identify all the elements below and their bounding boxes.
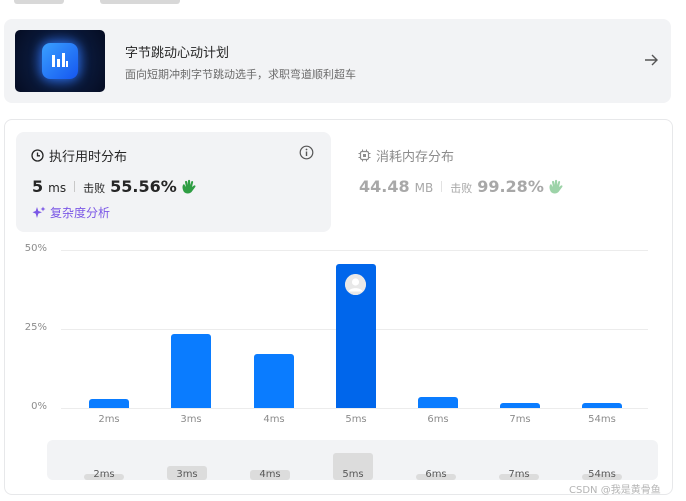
- memory-value: 44.48: [359, 177, 410, 196]
- x-tick-label: 3ms: [180, 414, 202, 425]
- bar-54ms[interactable]: [582, 403, 622, 408]
- y-tick-label: 0%: [31, 401, 47, 412]
- x-tick-label: 4ms: [263, 414, 285, 425]
- x-tick-label: 2ms: [98, 414, 120, 425]
- bar-4ms[interactable]: [254, 354, 294, 408]
- arrow-right-icon[interactable]: [642, 51, 660, 69]
- runtime-beat-label: 击败: [83, 182, 106, 195]
- x-tick-label: 54ms: [588, 414, 616, 425]
- memory-unit: MB: [414, 181, 434, 195]
- navigator-label: 54ms: [588, 469, 616, 480]
- memory-beat-label: 击败: [450, 182, 473, 195]
- navigator-label: 6ms: [425, 469, 447, 480]
- runtime-metric: 5 ms 击败 55.56%: [32, 177, 197, 196]
- divider: [74, 181, 76, 192]
- tab-memory[interactable]: 消耗内存分布: [358, 146, 454, 165]
- x-tick-label: 7ms: [509, 414, 531, 425]
- sparkle-icon: [32, 206, 46, 218]
- runtime-beat-percent: 55.56%: [110, 177, 177, 196]
- x-tick-label: 5ms: [345, 414, 367, 425]
- bar-6ms[interactable]: [418, 396, 458, 408]
- bar-3ms[interactable]: [171, 333, 211, 408]
- promo-card[interactable]: 字节跳动心动计划 面向短期冲刺字节跳动选手，求职弯道顺利超车: [4, 19, 671, 103]
- top-clipped-header: [0, 0, 686, 8]
- navigator-label: 5ms: [342, 469, 364, 480]
- grid-line: [61, 250, 648, 251]
- bar-logo-icon: [15, 30, 105, 92]
- watermark: CSDN @我是黄骨鱼: [569, 485, 661, 496]
- y-tick-label: 25%: [24, 322, 47, 333]
- user-avatar: [345, 274, 366, 295]
- tab-runtime-label[interactable]: 执行用时分布: [31, 146, 127, 165]
- divider: [441, 181, 443, 192]
- memory-beat-percent: 99.28%: [477, 177, 544, 196]
- x-tick-label: 6ms: [427, 414, 449, 425]
- navigator-label: 4ms: [259, 469, 281, 480]
- clock-icon: [31, 149, 44, 162]
- chip-icon: [358, 149, 371, 162]
- runtime-unit: ms: [48, 181, 67, 195]
- grid-line: [61, 408, 648, 409]
- info-icon[interactable]: [299, 145, 314, 160]
- promo-title: 字节跳动心动计划: [125, 46, 230, 61]
- clap-icon: [549, 179, 563, 194]
- navigator-label: 7ms: [508, 469, 530, 480]
- y-tick-label: 50%: [24, 243, 47, 254]
- navigator-label: 2ms: [93, 469, 115, 480]
- navigator-label: 3ms: [176, 469, 198, 480]
- bar-2ms[interactable]: [89, 398, 129, 408]
- bar-7ms[interactable]: [500, 403, 540, 408]
- memory-metric: 44.48 MB 击败 99.28%: [359, 177, 564, 196]
- promo-subtitle: 面向短期冲刺字节跳动选手，求职弯道顺利超车: [125, 68, 356, 81]
- runtime-value: 5: [32, 177, 44, 196]
- complexity-analysis-link[interactable]: 复杂度分析: [32, 204, 110, 221]
- clap-icon: [182, 179, 196, 194]
